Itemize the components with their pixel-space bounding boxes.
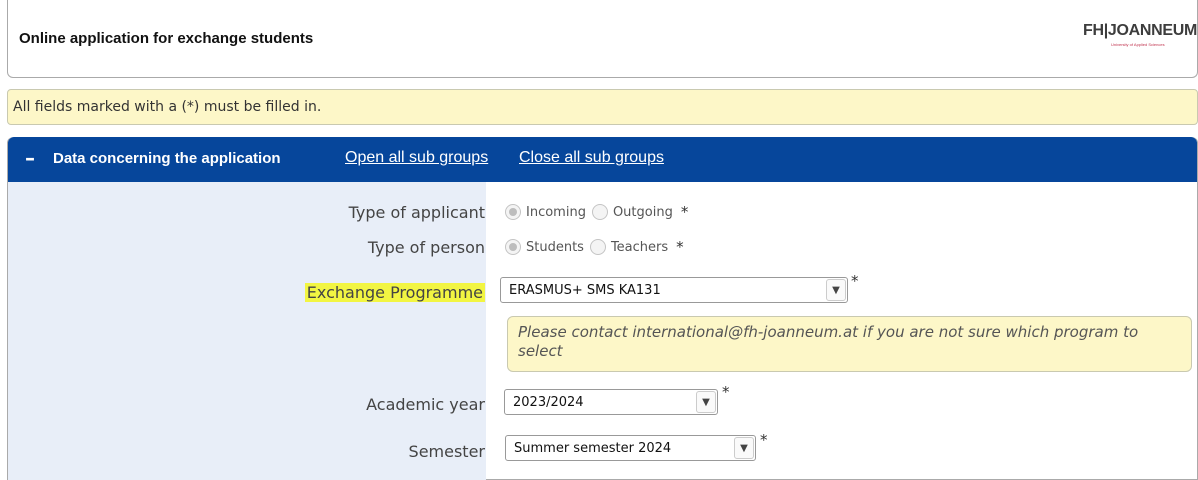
- semester-value: Summer semester 2024: [514, 441, 672, 456]
- incoming-radio[interactable]: [505, 204, 521, 220]
- teachers-radio-label[interactable]: Teachers: [611, 240, 668, 255]
- students-radio-label[interactable]: Students: [526, 240, 584, 255]
- teachers-radio[interactable]: [589, 239, 606, 255]
- exchange-programme-value: ERASMUS+ SMS KA131: [509, 283, 661, 298]
- type-of-applicant-label: Type of applicant: [348, 203, 485, 222]
- application-data-panel: – Data concerning the application Open a…: [7, 137, 1198, 480]
- exchange-programme-select[interactable]: ERASMUS+ SMS KA131 ▼: [500, 277, 848, 303]
- incoming-radio-label[interactable]: Incoming: [526, 205, 586, 220]
- label-column: [8, 182, 486, 480]
- dropdown-arrow-icon[interactable]: ▼: [826, 279, 846, 301]
- required-marker: *: [676, 238, 684, 256]
- collapse-minus-icon[interactable]: –: [20, 148, 40, 169]
- notice-text: All fields marked with a (*) must be fil…: [13, 99, 322, 115]
- academic-year-value: 2023/2024: [513, 395, 584, 410]
- exchange-programme-label: Exchange Programme: [304, 283, 485, 302]
- exchange-programme-label-text: Exchange Programme: [304, 283, 485, 302]
- semester-select[interactable]: Summer semester 2024 ▼: [505, 435, 756, 461]
- exchange-programme-hint: Please contact international@fh-joanneum…: [507, 316, 1192, 372]
- required-marker: *: [851, 272, 859, 290]
- students-radio[interactable]: [505, 239, 521, 255]
- dropdown-arrow-icon[interactable]: ▼: [734, 437, 754, 459]
- type-of-applicant-radio-group: Incoming Outgoing *: [505, 203, 688, 221]
- logo-subtext: University of Applied Sciences: [1111, 42, 1165, 47]
- dropdown-arrow-icon[interactable]: ▼: [696, 391, 716, 413]
- outgoing-radio-label[interactable]: Outgoing: [613, 205, 673, 220]
- panel-header: – Data concerning the application Open a…: [8, 137, 1197, 182]
- academic-year-select[interactable]: 2023/2024 ▼: [504, 389, 718, 415]
- logo-text: FH|JOANNEUM: [1083, 22, 1198, 39]
- required-fields-notice: All fields marked with a (*) must be fil…: [7, 89, 1198, 125]
- type-of-person-label: Type of person: [367, 238, 485, 257]
- open-all-subgroups-link[interactable]: Open all sub groups: [345, 149, 488, 167]
- required-marker: *: [722, 383, 730, 401]
- required-marker: *: [760, 431, 768, 449]
- close-all-subgroups-link[interactable]: Close all sub groups: [519, 149, 664, 167]
- fh-joanneum-logo: FH|JOANNEUM University of Applied Scienc…: [1083, 22, 1197, 58]
- required-marker: *: [680, 203, 689, 221]
- page-title: Online application for exchange students: [19, 30, 314, 47]
- academic-year-label: Academic year: [366, 395, 485, 414]
- type-of-person-radio-group: Students Teachers *: [505, 238, 684, 256]
- outgoing-radio[interactable]: [591, 204, 608, 220]
- panel-title: Data concerning the application: [53, 150, 281, 167]
- app-header: Online application for exchange students…: [7, 0, 1198, 78]
- semester-label: Semester: [408, 442, 485, 461]
